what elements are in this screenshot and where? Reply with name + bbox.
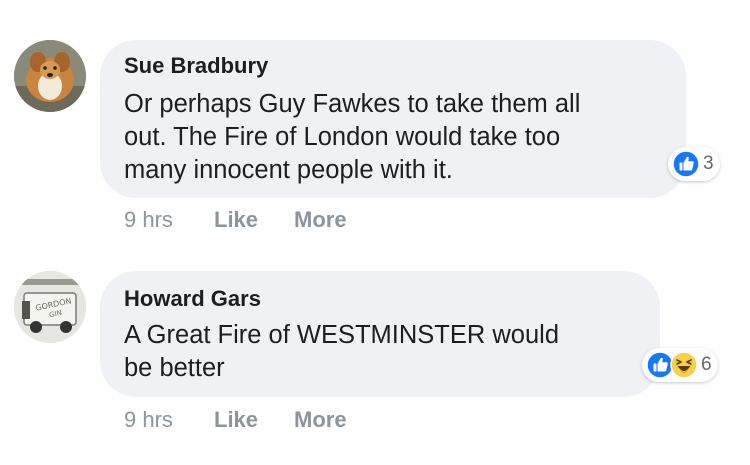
dog-photo-icon — [14, 40, 86, 112]
comment-author[interactable]: Sue Bradbury — [124, 53, 268, 79]
comment-timestamp[interactable]: 9 hrs — [124, 407, 173, 433]
comment-text: A Great Fire of WESTMINSTER would be bet… — [124, 319, 559, 385]
comment-text-line: many innocent people with it. — [124, 156, 453, 184]
comment-timestamp[interactable]: 9 hrs — [124, 207, 173, 233]
like-button[interactable]: Like — [214, 207, 258, 233]
reactions-badge[interactable]: 3 — [668, 147, 720, 181]
like-icon — [672, 150, 700, 178]
haha-icon — [670, 351, 698, 379]
comment-text: Or perhaps Guy Fawkes to take them all o… — [124, 88, 580, 187]
avatar[interactable] — [14, 40, 86, 112]
avatar[interactable]: GORDON GIN — [14, 271, 86, 343]
reaction-count: 3 — [703, 153, 714, 174]
comment-author[interactable]: Howard Gars — [124, 286, 261, 312]
more-button[interactable]: More — [294, 407, 347, 433]
comment-text-line: be better — [124, 354, 225, 382]
van-photo-icon: GORDON GIN — [14, 271, 86, 343]
more-button[interactable]: More — [294, 207, 347, 233]
comment-text-line: out. The Fire of London would take too — [124, 123, 561, 151]
like-button[interactable]: Like — [214, 407, 258, 433]
reaction-count: 6 — [701, 354, 712, 375]
reactions-badge[interactable]: 6 — [642, 348, 718, 382]
comment-text-line: A Great Fire of WESTMINSTER would — [124, 321, 560, 349]
comment-text-line: Or perhaps Guy Fawkes to take them all — [124, 90, 581, 118]
